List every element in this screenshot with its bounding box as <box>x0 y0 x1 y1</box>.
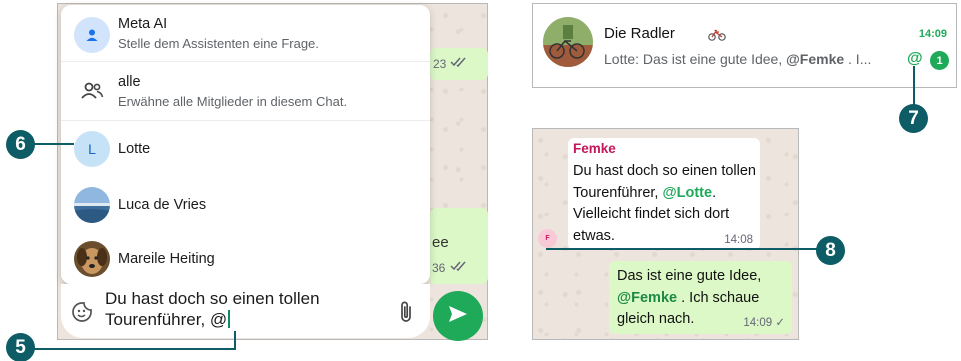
chat-screen-right: Femke Du hast doch so einen tollen Toure… <box>532 128 799 340</box>
mention-option-subtitle: Erwähne alle Mitglieder in diesem Chat. <box>118 94 348 109</box>
contact-name: Mareile Heiting <box>118 251 215 267</box>
group-icon <box>74 73 110 109</box>
peek-message-bubble: 23 <box>430 48 488 80</box>
contact-name: Luca de Vries <box>118 197 207 213</box>
bicycle-icon <box>708 28 726 46</box>
group-name: Die Radler <box>604 25 675 42</box>
group-avatar <box>543 17 593 67</box>
attach-icon[interactable] <box>398 300 414 329</box>
callout-badge-5: 5 <box>6 333 35 361</box>
message-input[interactable]: Du hast doch so einen tollen Tourenführe… <box>105 288 395 330</box>
double-check-icon <box>450 260 468 275</box>
mention-option-meta-ai[interactable]: Meta AI Stelle dem Assistenten eine Frag… <box>61 5 430 62</box>
callout-6-line <box>30 143 74 145</box>
mention-option-all[interactable]: alle Erwähne alle Mitglieder in diesem C… <box>61 62 430 121</box>
peek-text: ee <box>432 234 449 251</box>
incoming-message-bubble[interactable]: Femke Du hast doch so einen tollen Toure… <box>568 138 760 250</box>
mareile-avatar <box>74 241 110 277</box>
sender-avatar[interactable]: F <box>538 229 557 248</box>
mention-option-title: Meta AI <box>118 16 168 32</box>
sticker-icon[interactable] <box>71 301 93 328</box>
send-icon <box>448 305 468 328</box>
meta-ai-avatar <box>74 17 110 53</box>
send-button[interactable] <box>433 291 483 341</box>
callout-5-line <box>234 331 236 350</box>
peek-message-bubble-2: ee 36 <box>430 208 488 284</box>
last-message-text: Lotte: Das ist eine gute Idee, <box>604 51 787 67</box>
last-message-time: 14:09 <box>918 28 947 40</box>
message-time: 14:08 <box>724 234 753 246</box>
peek-time-2: 36 <box>432 261 446 275</box>
luca-avatar <box>74 187 110 223</box>
last-message-preview: Lotte: Das ist eine gute Idee, @Femke . … <box>604 51 871 67</box>
last-message-mention: @Femke <box>786 51 845 67</box>
peek-time: 23 <box>433 57 447 71</box>
sender-name: Femke <box>573 141 616 156</box>
double-check-icon <box>450 56 468 71</box>
message-text: Das ist eine gute Idee, <box>617 268 762 284</box>
callout-badge-8: 8 <box>816 236 845 265</box>
mention-option-lotte[interactable]: L Lotte <box>61 121 430 177</box>
mention-option-title: alle <box>118 74 141 90</box>
mention-link[interactable]: @Femke <box>617 290 677 306</box>
last-message-text: . I... <box>844 51 872 67</box>
message-input-line: Du hast doch so einen tollen <box>105 289 320 308</box>
text-cursor <box>228 310 231 328</box>
mention-link[interactable]: @Lotte <box>662 185 712 201</box>
contact-name: Lotte <box>118 141 151 157</box>
outgoing-message-bubble[interactable]: Das ist eine gute Idee, @Femke . Ich sch… <box>609 261 792 334</box>
mention-option-luca[interactable]: Luca de Vries <box>61 177 430 233</box>
message-input-line: Tourenführer, @ <box>105 310 228 329</box>
callout-8-line <box>546 248 818 250</box>
mention-option-mareile[interactable]: Mareile Heiting <box>61 233 430 284</box>
chat-list-item[interactable]: Die Radler Lotte: Das ist eine gute Idee… <box>532 3 957 88</box>
mention-suggestion-list: Meta AI Stelle dem Assistenten eine Frag… <box>61 5 430 284</box>
callout-badge-7: 7 <box>899 104 928 133</box>
message-time: 14:09 ✓ <box>743 317 785 329</box>
lotte-avatar: L <box>74 131 110 167</box>
unread-count-badge: 1 <box>930 51 949 70</box>
callout-badge-6: 6 <box>6 130 35 159</box>
callout-7-line <box>913 66 915 106</box>
mention-option-subtitle: Stelle dem Assistenten eine Frage. <box>118 36 319 51</box>
callout-5-line <box>22 348 236 350</box>
message-composer: Du hast doch so einen tollen Tourenführe… <box>61 284 430 338</box>
figure: 23 ee 36 Meta AI Stelle dem Assistenten … <box>0 0 961 361</box>
